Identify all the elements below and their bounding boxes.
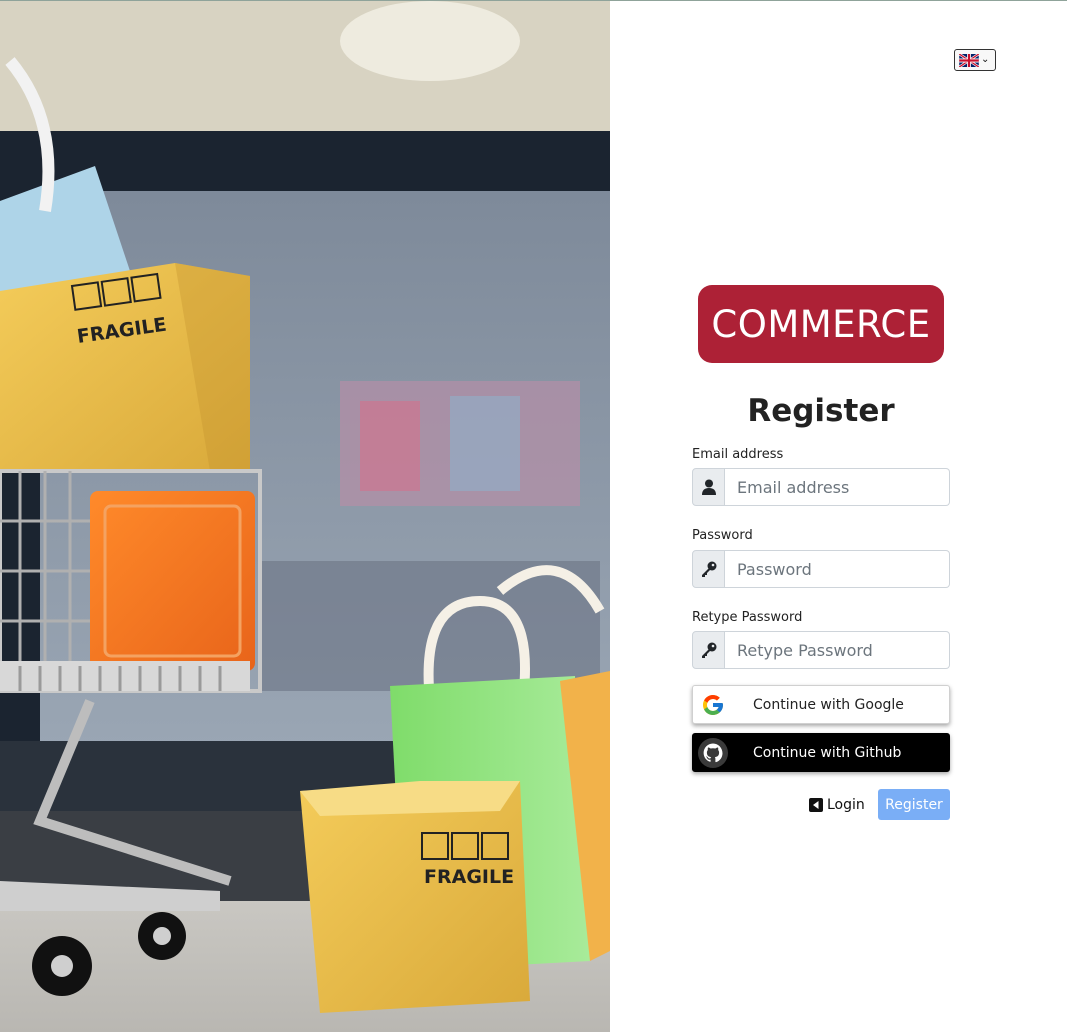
page-title: Register [747, 393, 895, 429]
retype-password-input[interactable] [725, 631, 950, 669]
hero-image: FRAGILE FRAGILE [0, 1, 610, 1032]
fragile-label-2: FRAGILE [424, 866, 514, 888]
commerce-logo: COMMERCE [698, 285, 944, 363]
login-link[interactable]: Login [809, 797, 865, 813]
retype-password-input-group [692, 631, 950, 669]
login-link-label: Login [827, 797, 865, 813]
email-input[interactable] [725, 468, 950, 506]
google-button-label: Continue with Google [753, 696, 904, 713]
chevron-down-icon: ⌄ [981, 54, 990, 65]
github-button-label: Continue with Github [753, 744, 902, 761]
password-label: Password [692, 528, 753, 543]
key-icon [692, 550, 725, 588]
user-icon [692, 468, 725, 506]
password-input-group [692, 550, 950, 588]
github-icon [693, 734, 733, 771]
github-signin-button[interactable]: Continue with Github [692, 733, 950, 772]
uk-flag-icon [959, 53, 979, 67]
caret-left-icon [809, 798, 823, 812]
google-icon [693, 686, 733, 723]
email-input-group [692, 468, 950, 506]
google-signin-button[interactable]: Continue with Google [692, 685, 950, 724]
register-button[interactable]: Register [878, 789, 950, 820]
language-select[interactable]: ⌄ [954, 49, 996, 71]
retype-password-label: Retype Password [692, 610, 803, 625]
key-icon [692, 631, 725, 669]
email-label: Email address [692, 447, 784, 462]
password-input[interactable] [725, 550, 950, 588]
